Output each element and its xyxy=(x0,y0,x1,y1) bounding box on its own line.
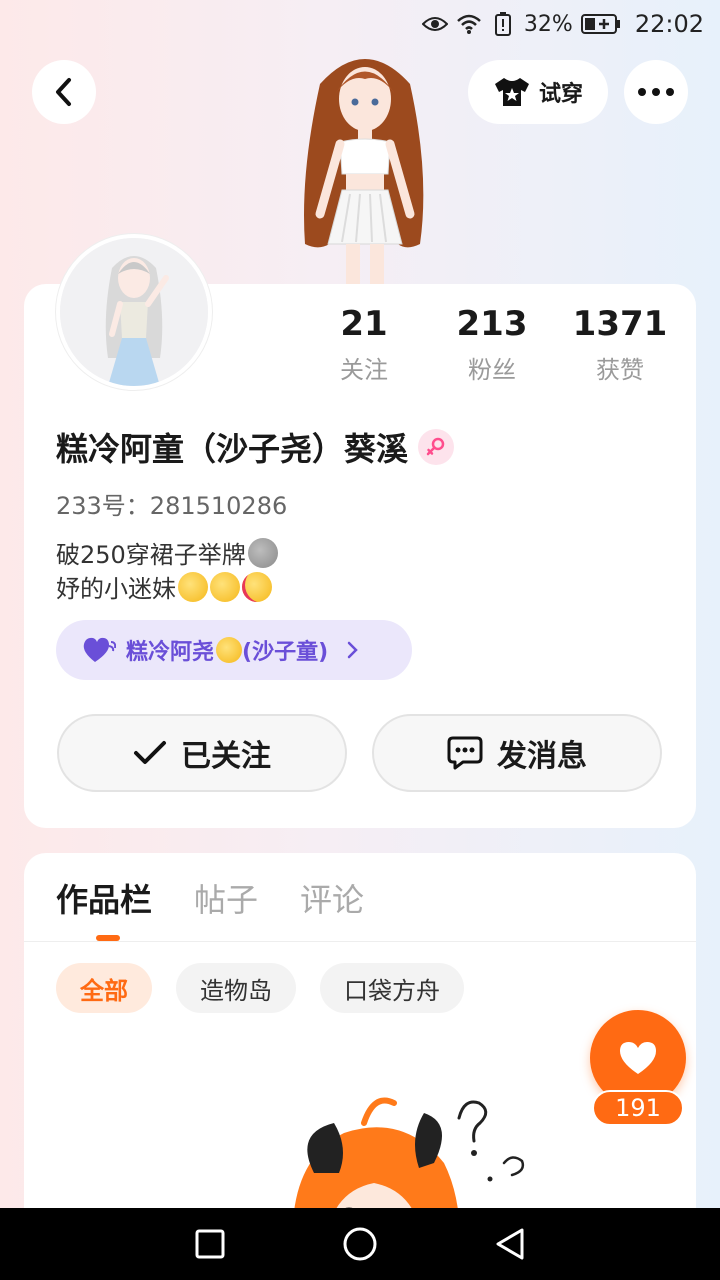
chevron-right-icon xyxy=(347,641,358,659)
kissing-face-emoji xyxy=(210,572,240,602)
stat-label: 获赞 xyxy=(596,356,644,384)
status-bar: 32% 22:02 xyxy=(0,0,720,50)
recent-apps-button[interactable] xyxy=(190,1224,230,1264)
chip-pocket-ark[interactable]: 口袋方舟 xyxy=(320,963,464,1013)
heart-eyes-emoji xyxy=(242,572,272,602)
more-button[interactable] xyxy=(624,60,688,124)
chat-bubble-icon xyxy=(447,736,483,770)
category-chips: 全部 造物岛 口袋方舟 xyxy=(56,963,464,1013)
character-avatar-image xyxy=(280,44,450,284)
square-icon xyxy=(195,1229,225,1259)
stat-value: 1371 xyxy=(572,304,668,344)
user-id: 233号：281510286 xyxy=(56,492,288,520)
tab-posts[interactable]: 帖子 xyxy=(194,875,258,921)
female-icon xyxy=(418,429,455,465)
bio-line-1-text: 破250穿裙子举牌 xyxy=(56,541,246,569)
like-count: 191 xyxy=(592,1090,684,1126)
back-button[interactable] xyxy=(32,60,96,124)
followed-label: 已关注 xyxy=(181,739,271,774)
fan-badge-label: 糕冷阿尧 (沙子童) xyxy=(126,634,328,666)
avatar[interactable] xyxy=(56,234,212,390)
kissing-face-emoji xyxy=(178,572,208,602)
username-row: 糕冷阿童（沙子尧）葵溪 xyxy=(56,424,455,470)
bio: 破250穿裙子举牌 妤的小迷妹 xyxy=(56,538,278,606)
stat-following[interactable]: 21 关注 xyxy=(300,300,428,385)
more-dots-icon xyxy=(638,88,674,96)
bio-line-2-text: 妤的小迷妹 xyxy=(56,575,176,603)
battery-icon xyxy=(580,11,621,37)
stat-label: 关注 xyxy=(340,356,388,384)
check-icon xyxy=(134,741,166,764)
username: 糕冷阿童（沙子尧）葵溪 xyxy=(56,430,409,468)
send-message-button[interactable]: 发消息 xyxy=(372,714,662,792)
back-nav-button[interactable] xyxy=(490,1224,530,1264)
profile-stats: 21 关注 213 粉丝 1371 获赞 xyxy=(300,300,684,385)
bio-line-2: 妤的小迷妹 xyxy=(56,572,278,606)
tshirt-icon xyxy=(494,78,529,106)
chip-creation-island[interactable]: 造物岛 xyxy=(176,963,296,1013)
battery-alert-icon xyxy=(490,11,516,37)
message-label: 发消息 xyxy=(497,739,587,774)
works-tabs: 作品栏 帖子 评论 xyxy=(56,875,364,921)
heart-icon xyxy=(620,1042,656,1074)
stat-likes[interactable]: 1371 获赞 xyxy=(556,300,684,385)
home-button[interactable] xyxy=(340,1224,380,1264)
stat-value: 21 xyxy=(340,304,388,344)
eye-icon xyxy=(421,11,448,37)
circle-icon xyxy=(343,1227,377,1261)
stat-value: 213 xyxy=(456,304,528,344)
heart-badge-icon xyxy=(83,637,116,662)
status-time: 22:02 xyxy=(634,10,704,38)
grimace-emoji xyxy=(216,637,243,663)
chevron-left-icon xyxy=(56,78,71,106)
grey-face-emoji xyxy=(247,538,278,568)
chip-all[interactable]: 全部 xyxy=(56,963,152,1013)
wifi-icon xyxy=(456,11,482,37)
try-on-label: 试穿 xyxy=(538,82,583,107)
bio-line-1: 破250穿裙子举牌 xyxy=(56,538,278,572)
battery-percent: 32% xyxy=(523,11,573,37)
triangle-back-icon xyxy=(496,1228,524,1260)
stat-label: 粉丝 xyxy=(468,356,516,384)
tab-divider xyxy=(24,941,696,942)
try-on-button[interactable]: 试穿 xyxy=(468,60,608,124)
system-nav-bar xyxy=(0,1208,720,1280)
fan-group-badge[interactable]: 糕冷阿尧 (沙子童) xyxy=(56,620,412,680)
tab-comments[interactable]: 评论 xyxy=(300,875,364,921)
followed-button[interactable]: 已关注 xyxy=(57,714,347,792)
tab-works[interactable]: 作品栏 xyxy=(56,875,152,921)
stat-followers[interactable]: 213 粉丝 xyxy=(428,300,556,385)
